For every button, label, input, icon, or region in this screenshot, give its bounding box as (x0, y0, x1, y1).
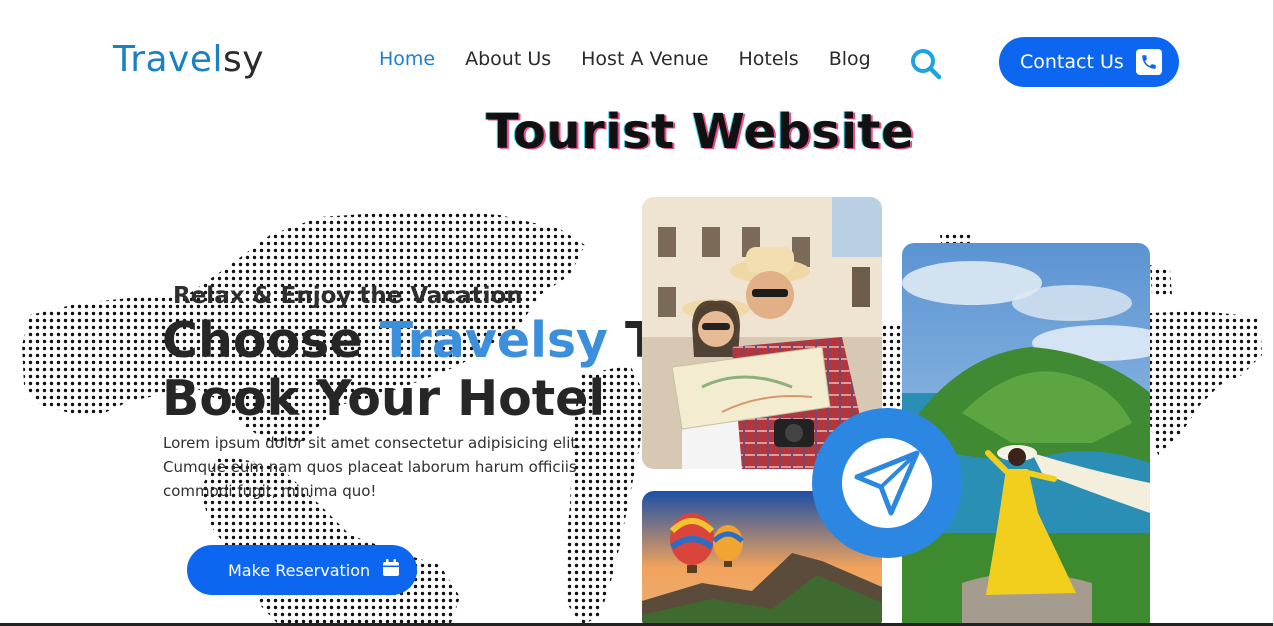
nav-host-a-venue[interactable]: Host A Venue (581, 46, 708, 72)
nav-blog[interactable]: Blog (829, 46, 871, 72)
nav-home[interactable]: Home (379, 46, 435, 72)
logo-part-2: sy (223, 39, 265, 80)
hero-tagline: Relax & Enjoy the Vacation (173, 283, 523, 309)
headline-accent: Travelsy (379, 312, 608, 369)
contact-us-label: Contact Us (1020, 51, 1124, 73)
page-title: Tourist Website (486, 104, 915, 160)
page: Travelsy Home About Us Host A Venue Hote… (0, 0, 1274, 626)
hero-headline: Choose Travelsy To Book Your Hotel (162, 312, 686, 428)
paper-plane-icon (842, 438, 932, 528)
contact-us-button[interactable]: Contact Us (999, 37, 1179, 87)
phone-icon (1136, 49, 1162, 75)
search-icon[interactable] (906, 44, 946, 84)
nav-hotels[interactable]: Hotels (738, 46, 798, 72)
hero-description: Lorem ipsum dolor sit amet consectetur a… (163, 434, 582, 500)
main-nav: Home About Us Host A Venue Hotels Blog (379, 46, 871, 72)
make-reservation-button[interactable]: Make Reservation (187, 545, 417, 595)
nav-about-us[interactable]: About Us (465, 46, 551, 72)
headline-line-2: Book Your Hotel (162, 370, 606, 427)
make-reservation-label: Make Reservation (228, 560, 371, 580)
send-button[interactable] (812, 408, 962, 558)
headline-prefix: Choose (162, 312, 380, 369)
logo[interactable]: Travelsy (113, 36, 264, 84)
calendar-icon (381, 558, 401, 582)
logo-part-1: Travel (113, 39, 224, 80)
